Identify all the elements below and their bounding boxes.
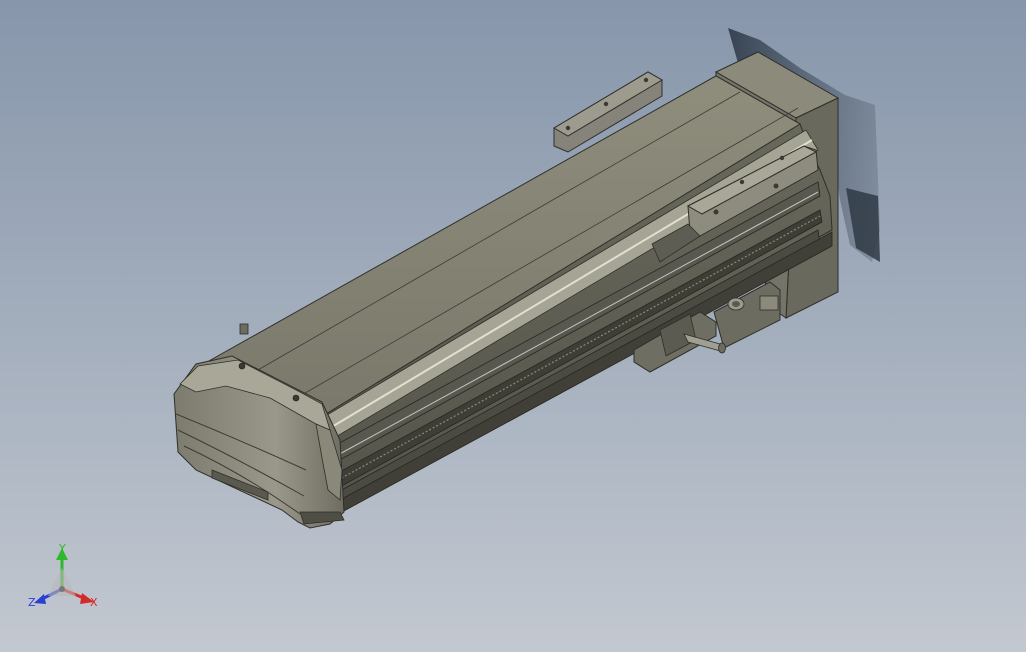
- actuator-model[interactable]: Y X Z: [0, 0, 1026, 652]
- coordinate-triad[interactable]: Y X Z: [28, 542, 98, 609]
- cad-3d-viewport[interactable]: Y X Z: [0, 0, 1026, 652]
- x-axis-label: X: [90, 596, 98, 609]
- z-axis-label: Z: [28, 596, 36, 609]
- y-axis-label: Y: [58, 542, 66, 555]
- triad-origin-dot: [59, 586, 65, 592]
- z-axis-arrow-icon: [34, 594, 46, 604]
